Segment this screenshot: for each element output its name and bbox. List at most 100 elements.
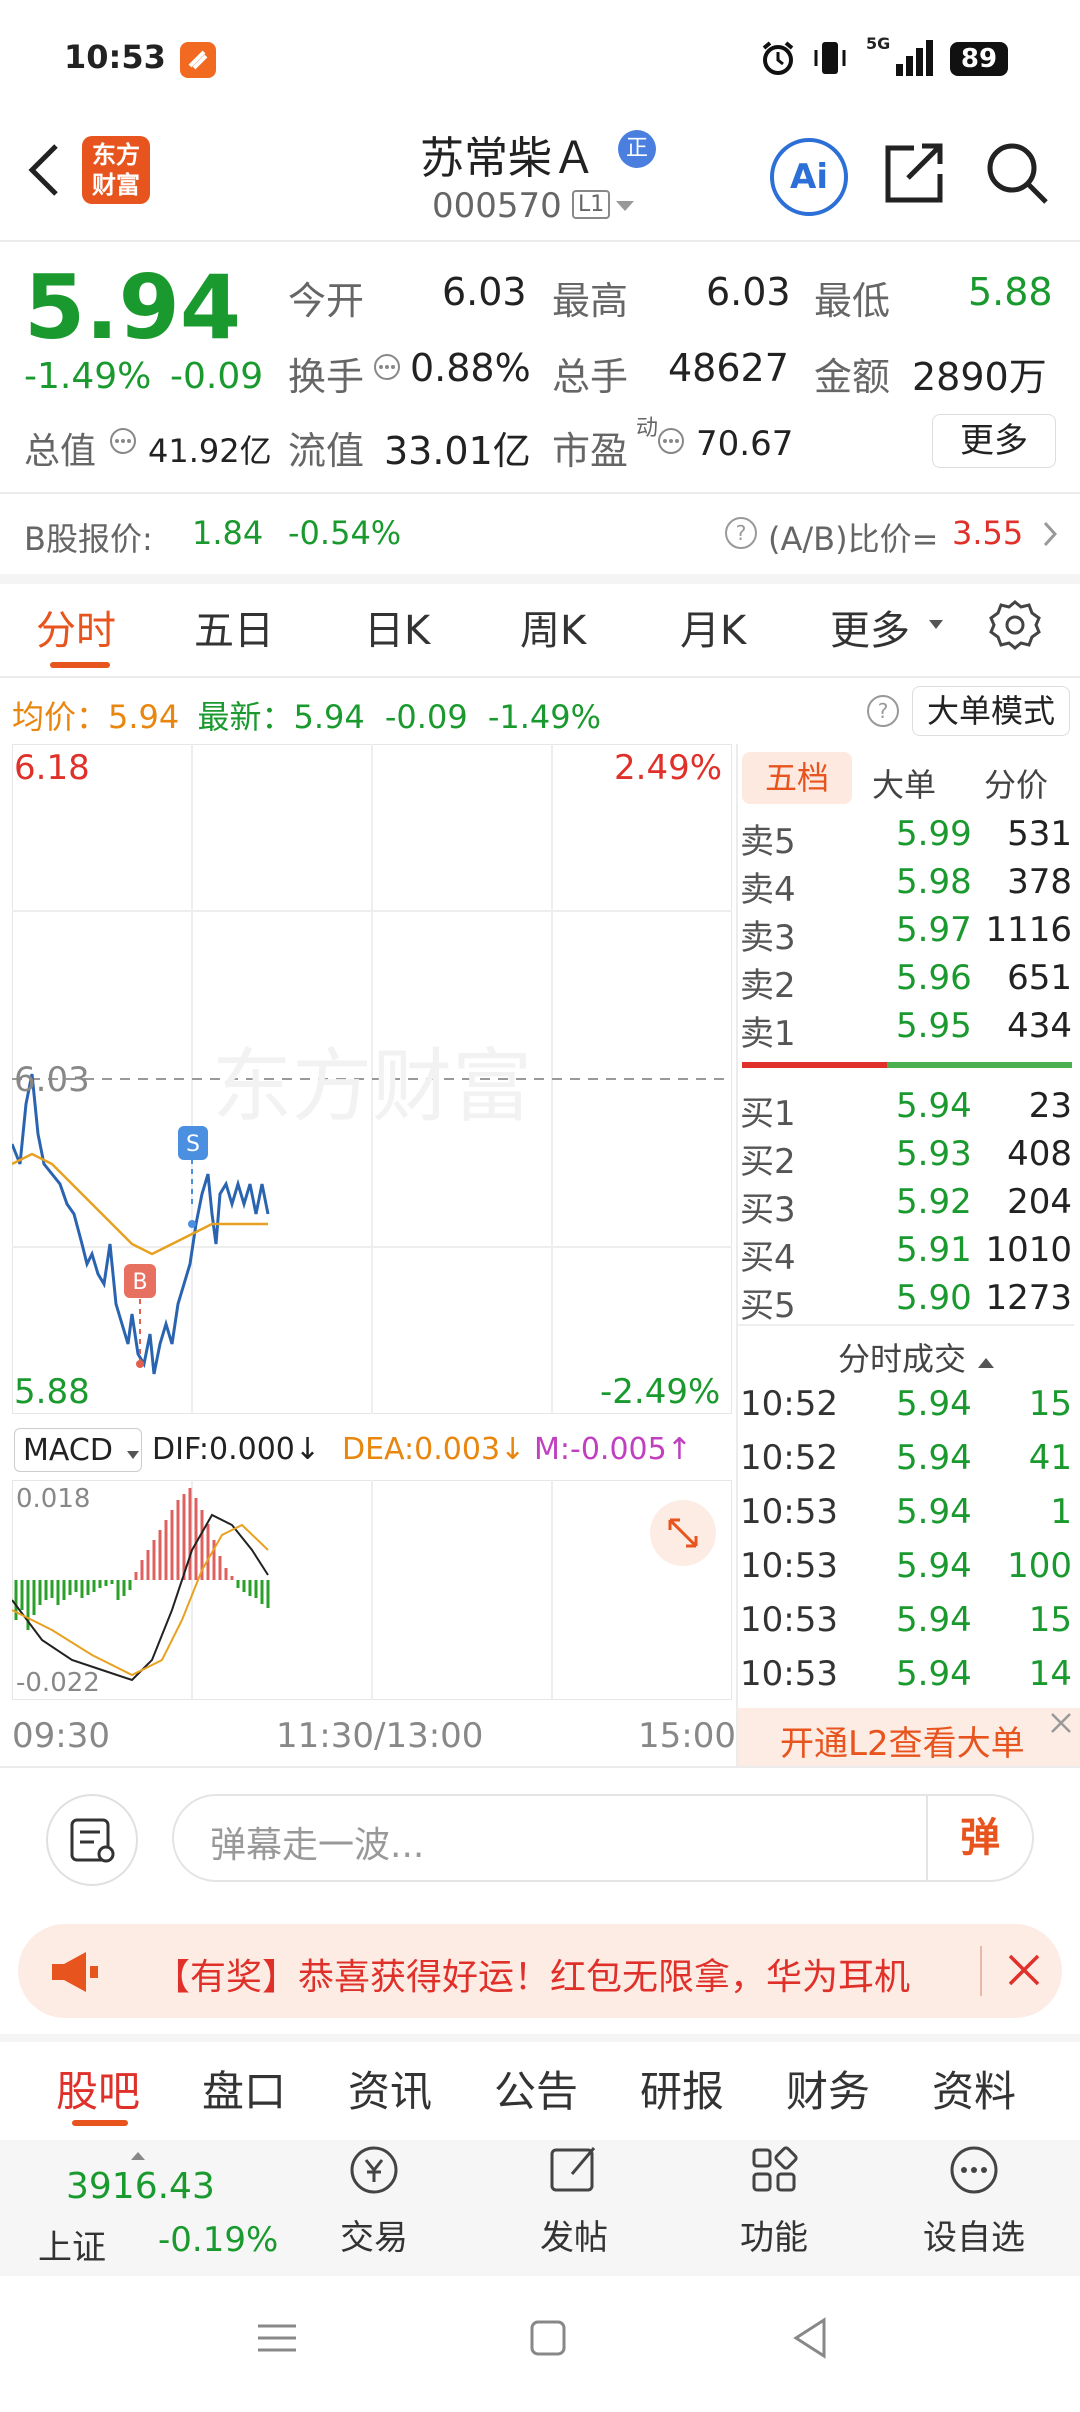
chart-bottom-price: 5.88 [14,1372,90,1412]
tab-more[interactable]: 更多 [830,598,910,656]
l2-banner[interactable]: 开通L2查看大单 [738,1708,1080,1766]
help-icon[interactable]: ? [724,516,758,554]
nav-add-watchlist[interactable]: 设自选 [894,2140,1054,2259]
ask-row[interactable]: 卖4 5.98 378 [738,862,1074,910]
megaphone-icon [52,1952,98,1992]
close-banner-icon[interactable] [1048,1710,1074,1736]
bid-ask-ratio-bar [742,1062,1072,1068]
nav-add-watchlist-label: 设自选 [923,2218,1025,2258]
trade-price: 5.94 [896,1438,972,1478]
settings-gear-icon[interactable] [988,598,1042,656]
mktcap-info-icon[interactable] [108,426,138,460]
more-button[interactable]: 更多 [932,414,1056,468]
nav-functions[interactable]: 功能 [694,2140,854,2259]
trade-price: 5.94 [896,1492,972,1532]
intraday-chart[interactable]: 东方财富 S B [10,743,733,1415]
bid-volume: 1273 [985,1278,1072,1318]
nav-trade[interactable]: 交易 [294,2140,454,2259]
tab-guba[interactable]: 股吧 [56,2058,140,2119]
back-arrow-icon[interactable] [24,140,64,204]
ask-row[interactable]: 卖5 5.99 531 [738,814,1074,862]
danmaku-send-button[interactable]: 弹 [926,1796,1032,1880]
orderbook-tab-five[interactable]: 五档 [742,752,852,804]
bid-price: 5.93 [896,1134,972,1174]
system-menu-icon[interactable] [254,2318,300,2362]
turnover-info-icon[interactable] [372,352,402,386]
ask-volume: 378 [1007,862,1072,902]
index-change[interactable]: -0.19% [158,2220,278,2260]
ask-label: 卖3 [740,918,796,958]
turnover-label: 换手 [288,355,365,399]
note-icon [70,1818,115,1863]
promo-banner[interactable]: 【有奖】恭喜获得好运！红包无限拿，华为耳机 [18,1924,1062,2018]
bid-label: 买4 [740,1238,796,1278]
trade-row: 10:52 5.94 15 [738,1384,1074,1438]
comment-template-button[interactable] [46,1794,138,1886]
intraday-chart-svg: 东方财富 S B [10,743,733,1415]
ab-ratio-label: (A/B)比价= [768,520,939,558]
index-up-indicator-icon [130,2146,146,2165]
trade-row: 10:52 5.94 41 [738,1438,1074,1492]
trade-yen-icon [350,2146,398,2194]
expand-chart-button[interactable] [650,1500,716,1566]
tab-research[interactable]: 研报 [640,2058,724,2119]
ask-row[interactable]: 卖3 5.97 1116 [738,910,1074,958]
ask-row[interactable]: 卖2 5.96 651 [738,958,1074,1006]
share-icon[interactable] [884,140,946,208]
avg-price-line [11,1152,268,1256]
pe-value: 70.67 [696,424,794,464]
eastmoney-logo[interactable]: 东方 财富 [82,136,150,204]
b-share-change: -0.54% [288,514,402,552]
bid-row[interactable]: 买1 5.94 23 [738,1086,1074,1134]
bid-row[interactable]: 买4 5.91 1010 [738,1230,1074,1278]
comment-input[interactable]: 弹幕走一波... 弹 [172,1794,1034,1882]
bid-row[interactable]: 买5 5.90 1273 [738,1278,1074,1326]
trade-row: 10:53 5.94 1 [738,1492,1074,1546]
tab-monthly-k[interactable]: 月K [680,598,746,656]
big-mode-help-icon[interactable]: ? [866,694,900,732]
nav-post[interactable]: 发帖 [494,2140,654,2259]
bid-price: 5.92 [896,1182,972,1222]
tab-daily-k[interactable]: 日K [364,598,430,656]
bid-row[interactable]: 买3 5.92 204 [738,1182,1074,1230]
tab-pankou[interactable]: 盘口 [202,2058,286,2119]
trades-title[interactable]: 分时成交 [838,1334,996,1380]
index-name[interactable]: 上证 [38,2220,106,2269]
tab-more-dropdown-icon[interactable] [928,616,944,635]
tab-five-day[interactable]: 五日 [194,598,274,656]
tab-financials[interactable]: 财务 [786,2058,870,2119]
big-order-mode-button[interactable]: 大单模式 [912,686,1070,736]
more-dots-icon [950,2146,998,2194]
promo-divider [980,1946,982,1996]
chevron-right-icon[interactable] [1042,520,1058,552]
system-back-icon[interactable] [790,2316,830,2364]
time-axis-start: 09:30 [12,1716,110,1756]
trade-time: 10:53 [740,1654,838,1694]
index-value[interactable]: 3916.43 [66,2166,215,2207]
search-icon[interactable] [984,140,1050,210]
orderbook-tab-price[interactable]: 分价 [984,760,1048,806]
stock-name: 苏常柴Ａ [420,133,596,184]
tab-announcements[interactable]: 公告 [494,2058,578,2119]
bid-volume: 408 [1007,1134,1072,1174]
level-dropdown-icon[interactable] [614,198,636,217]
pe-info-icon[interactable] [656,426,686,460]
chart-top-price: 6.18 [14,748,90,788]
trade-time: 10:53 [740,1492,838,1532]
tab-intraday[interactable]: 分时 [36,598,116,656]
svg-text:?: ? [878,699,889,723]
ask-row[interactable]: 卖1 5.95 434 [738,1006,1074,1054]
orderbook-tab-big[interactable]: 大单 [872,760,936,806]
bid-row[interactable]: 买2 5.93 408 [738,1134,1074,1182]
tab-news[interactable]: 资讯 [348,2058,432,2119]
macd-m: M:-0.005↑ [534,1432,692,1467]
ai-button[interactable]: Ai [770,138,848,216]
tab-profile[interactable]: 资料 [932,2058,1016,2119]
vibrate-icon [812,38,848,82]
close-promo-icon[interactable] [1006,1952,1042,1988]
macd-selector[interactable]: MACD [14,1428,142,1472]
app-notification-icon [180,42,216,78]
tab-weekly-k[interactable]: 周K [520,598,586,656]
open-label: 今开 [288,279,365,323]
system-home-icon[interactable] [528,2318,568,2362]
